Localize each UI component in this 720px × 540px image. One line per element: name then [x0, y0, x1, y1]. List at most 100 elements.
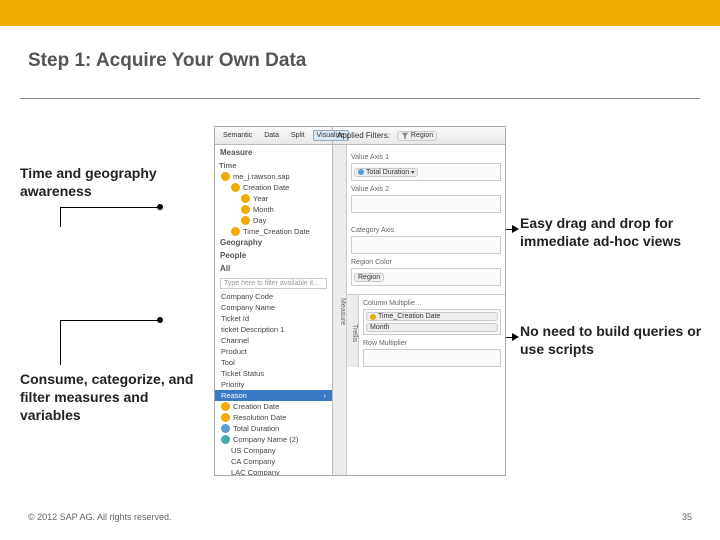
app-toolbar: Semantic Data Split Visualize Applied Fi… — [215, 127, 505, 145]
tab-semantic[interactable]: Semantic — [219, 130, 256, 141]
pill-month[interactable]: Month — [366, 323, 498, 332]
date-icon — [370, 314, 376, 320]
callout-noqueries: No need to build queries or use scripts — [520, 322, 710, 358]
list-item[interactable]: Total Duration — [215, 423, 332, 434]
measure-icon — [221, 424, 230, 433]
filter-chip-label: Region — [411, 132, 433, 139]
list-item[interactable]: Product — [215, 346, 332, 357]
column-multiplier-dropzone[interactable]: Time_Creation Date Month — [363, 309, 501, 335]
date-icon — [221, 413, 230, 422]
list-item[interactable]: Company Name (2) — [215, 434, 332, 445]
page-number: 35 — [682, 512, 692, 522]
list-item-label: Company Name (2) — [233, 435, 298, 444]
measures-panel: Measure Time me_j.rawson.sap Creation Da… — [215, 145, 333, 475]
copyright: © 2012 SAP AG. All rights reserved. — [28, 512, 172, 522]
list-item-label: Channel — [221, 336, 249, 345]
tree-item[interactable]: Time_Creation Date — [215, 226, 332, 237]
list-item-label: Company Name — [221, 303, 275, 312]
axis1-label: Value Axis 1 — [351, 154, 501, 161]
callout-consume: Consume, categorize, and filter measures… — [20, 370, 200, 425]
list-item[interactable]: US Company — [215, 445, 332, 456]
tab-data[interactable]: Data — [260, 130, 283, 141]
people-header: People — [215, 250, 332, 263]
clock-icon — [241, 194, 250, 203]
list-item[interactable]: Ticket Id — [215, 313, 332, 324]
pill-label: Total Duration — [366, 169, 409, 176]
list-item-label: Product — [221, 347, 247, 356]
list-item-label: LAC Company — [231, 468, 280, 475]
callout-dragdrop: Easy drag and drop for immediate ad-hoc … — [520, 214, 700, 250]
vertical-tab-measure[interactable]: Measure — [333, 145, 347, 475]
connector — [60, 320, 61, 365]
list-item-label: Reason — [221, 391, 247, 400]
funnel-icon — [401, 132, 409, 140]
list-item-label: Total Duration — [233, 424, 279, 433]
list-item-label: Ticket Status — [221, 369, 264, 378]
list-item-label: Company Code — [221, 292, 273, 301]
list-item-label: ticket Description 1 — [221, 325, 284, 334]
tree-item[interactable]: Day — [215, 215, 332, 226]
app-screenshot: Semantic Data Split Visualize Applied Fi… — [214, 126, 506, 476]
measure-icon — [358, 169, 364, 175]
connector — [60, 320, 160, 321]
all-header: All — [215, 263, 332, 276]
date-icon — [221, 402, 230, 411]
list-item-label: CA Company — [231, 457, 275, 466]
tree-item-label: Year — [253, 194, 268, 203]
tree-item[interactable]: Creation Date — [215, 182, 332, 193]
clock-icon — [221, 172, 230, 181]
tree-item[interactable]: me_j.rawson.sap — [215, 171, 332, 182]
clock-icon — [231, 227, 240, 236]
brand-gold-bar — [0, 0, 720, 26]
measure-header: Measure — [215, 145, 332, 160]
connector — [60, 207, 160, 208]
filter-chip-region[interactable]: Region — [397, 131, 437, 141]
row-multiplier-label: Row Multiplier — [363, 340, 501, 347]
list-item-label: Creation Date — [233, 402, 279, 411]
list-item[interactable]: Ticket Status — [215, 368, 332, 379]
list-item-label: Priority — [221, 380, 244, 389]
list-item-label: Resolution Date — [233, 413, 286, 422]
list-item[interactable]: Resolution Date — [215, 412, 332, 423]
category-axis-dropzone[interactable] — [351, 236, 501, 254]
time-group-header: Time — [215, 160, 332, 171]
hierarchy-icon — [221, 435, 230, 444]
axis2-dropzone[interactable] — [351, 195, 501, 213]
tree-item[interactable]: Month — [215, 204, 332, 215]
region-color-label: Region Color — [351, 259, 501, 266]
pill-time-creation-date[interactable]: Time_Creation Date — [366, 312, 498, 321]
tree-item-label: Time_Creation Date — [243, 227, 310, 236]
filter-fields-input[interactable]: Type here to filter available it… — [220, 278, 327, 289]
list-item-label: US Company — [231, 446, 276, 455]
connector-dot-icon — [157, 204, 163, 210]
list-item[interactable]: Channel — [215, 335, 332, 346]
row-multiplier-dropzone[interactable] — [363, 349, 501, 367]
tree-item[interactable]: Year — [215, 193, 332, 204]
pill-label: Month — [370, 324, 389, 331]
tree-item-label: Month — [253, 205, 274, 214]
pill-label: Time_Creation Date — [378, 313, 440, 320]
list-item[interactable]: Tool — [215, 357, 332, 368]
list-item[interactable]: Priority — [215, 379, 332, 390]
list-item[interactable]: CA Company — [215, 456, 332, 467]
geography-header: Geography — [215, 237, 332, 250]
applied-filters-label: Applied Filters: — [337, 131, 390, 140]
clock-icon — [241, 216, 250, 225]
tree-item-label: me_j.rawson.sap — [233, 172, 290, 181]
list-item[interactable]: Company Name — [215, 302, 332, 313]
tab-split[interactable]: Split — [287, 130, 309, 141]
list-item[interactable]: Company Code — [215, 291, 332, 302]
list-item[interactable]: Creation Date — [215, 401, 332, 412]
pill-label: Region — [358, 274, 380, 281]
tree-item-label: Day — [253, 216, 266, 225]
region-color-dropzone[interactable]: Region — [351, 268, 501, 286]
axis1-dropzone[interactable]: Total Duration▾ — [351, 163, 501, 181]
axis2-label: Value Axis 2 — [351, 186, 501, 193]
list-item-selected[interactable]: Reason› — [215, 390, 332, 401]
pill-region[interactable]: Region — [354, 273, 384, 282]
connector-dot-icon — [157, 317, 163, 323]
list-item[interactable]: ticket Description 1 — [215, 324, 332, 335]
list-item[interactable]: LAC Company — [215, 467, 332, 475]
vertical-tab-trellis[interactable]: Trellis — [347, 295, 359, 367]
pill-total-duration[interactable]: Total Duration▾ — [354, 168, 418, 177]
